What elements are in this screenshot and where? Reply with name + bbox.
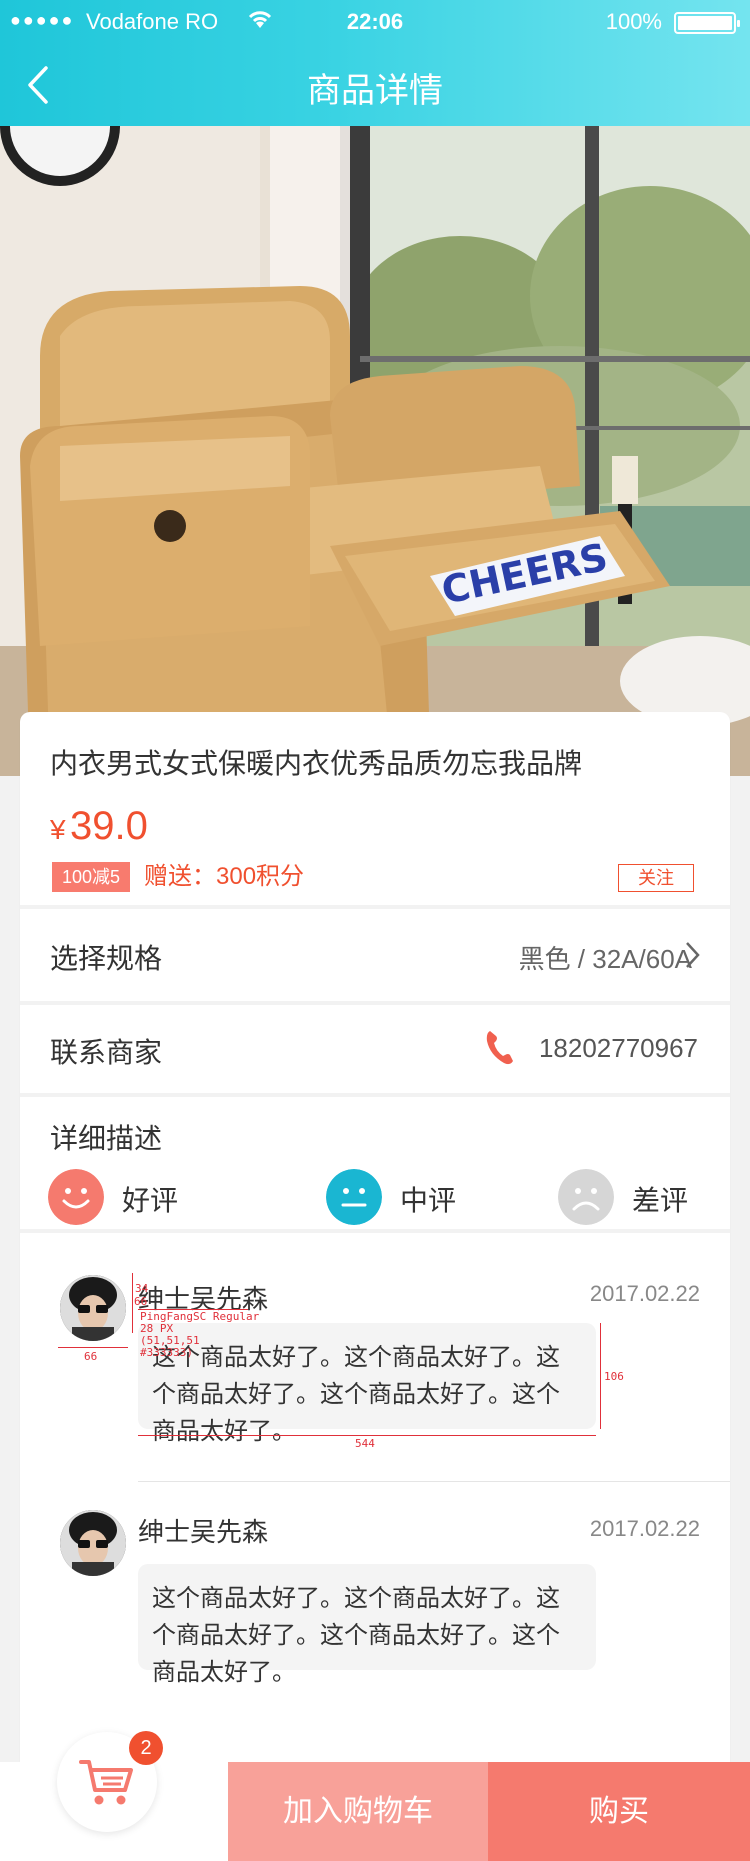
- cart-count-badge: 2: [129, 1731, 163, 1765]
- annotation-font-rgb: (51,51,51: [140, 1334, 200, 1347]
- header: ●●●●● Vodafone RO 22:06 100% 商品详情: [0, 0, 750, 126]
- phone-icon: [486, 1031, 513, 1065]
- price: ¥ 39.0: [50, 804, 148, 849]
- gift-points: 赠送：300积分: [144, 863, 305, 890]
- annotation-avatar-width: 66: [84, 1350, 98, 1363]
- spec-value: 黑色 / 32A/60A: [519, 939, 692, 976]
- annotation-bubble-width: 544: [355, 1437, 375, 1450]
- avatar[interactable]: [60, 1275, 126, 1341]
- cart-icon: [79, 1760, 133, 1805]
- currency-symbol: ¥: [50, 814, 66, 845]
- promo-badge: 100减5: [52, 862, 131, 892]
- commenter-name: 绅士吴先森: [138, 1517, 269, 1547]
- comment-item: 绅士吴先森 2017.02.22 这个商品太好了。这个商品太好了。这个商品太好了…: [20, 1233, 730, 1469]
- contact-phone[interactable]: 18202770967: [539, 1033, 698, 1064]
- page-title: 商品详情: [307, 72, 443, 110]
- product-detail-page: ●●●●● Vodafone RO 22:06 100% 商品详情 CHEERS…: [0, 0, 750, 1861]
- contact-row[interactable]: 联系商家 18202770967: [20, 1005, 730, 1093]
- annotation-avatar-height-a: 34: [135, 1282, 149, 1295]
- add-to-cart-button[interactable]: 加入购物车: [228, 1762, 488, 1861]
- annotation-avatar-height-b: 66: [134, 1295, 148, 1308]
- annotation-font-name: PingFangSC Regular: [140, 1310, 260, 1323]
- product-title: 内衣男式女式保暖内衣优秀品质勿忘我品牌: [50, 748, 583, 779]
- comment-date: 2017.02.22: [589, 1516, 700, 1541]
- buy-button[interactable]: 购买: [488, 1762, 750, 1861]
- chevron-right-icon: [686, 942, 700, 968]
- status-bar: ●●●●● Vodafone RO 22:06 100%: [0, 0, 750, 42]
- follow-button[interactable]: 关注: [618, 864, 694, 892]
- rating-neutral-label: 中评: [400, 1185, 457, 1216]
- rating-good-label: 好评: [122, 1185, 179, 1216]
- rating-bad[interactable]: 差评: [558, 1169, 708, 1229]
- product-image[interactable]: CHEERS: [0, 126, 750, 776]
- comment-date: 2017.02.22: [589, 1281, 700, 1306]
- comment-item: 绅士吴先森 2017.02.22 这个商品太好了。这个商品太好了。这个商品太好了…: [20, 1482, 730, 1718]
- contact-label: 联系商家: [50, 1037, 163, 1068]
- annotation-line: [132, 1273, 133, 1333]
- spec-label: 选择规格: [50, 943, 163, 974]
- annotation-line: [58, 1347, 128, 1348]
- battery-icon: [674, 12, 740, 34]
- comment-text: 这个商品太好了。这个商品太好了。这个商品太好了。这个商品太好了。这个商品太好了。: [138, 1564, 596, 1686]
- sad-face-icon: [558, 1169, 614, 1225]
- annotation-line: [600, 1323, 601, 1429]
- rating-neutral[interactable]: 中评: [326, 1169, 476, 1229]
- description-section: 详细描述 好评 中评 差评: [20, 1097, 730, 1229]
- annotation-font-hex: #333333): [140, 1346, 193, 1359]
- spec-row[interactable]: 选择规格 黑色 / 32A/60A: [20, 909, 730, 1001]
- price-value: 39.0: [70, 804, 148, 848]
- annotation-bubble-height: 106: [604, 1370, 624, 1383]
- description-label: 详细描述: [50, 1123, 163, 1154]
- annotation-line: [138, 1435, 596, 1436]
- spec-selected: 黑色 / 32A/60A: [518, 944, 692, 974]
- rating-bad-label: 差评: [632, 1185, 689, 1216]
- avatar[interactable]: [60, 1510, 126, 1576]
- smile-icon: [48, 1169, 104, 1225]
- rating-good[interactable]: 好评: [48, 1169, 198, 1229]
- neutral-face-icon: [326, 1169, 382, 1225]
- annotation-font-size: 28 PX: [140, 1322, 174, 1335]
- comment-text: 这个商品太好了。这个商品太好了。这个商品太好了。这个商品太好了。这个商品太好了。: [138, 1323, 596, 1445]
- battery-percent: 100%: [605, 9, 662, 34]
- product-card: 内衣男式女式保暖内衣优秀品质勿忘我品牌 ¥ 39.0 100减5 赠送：300积…: [20, 712, 730, 1762]
